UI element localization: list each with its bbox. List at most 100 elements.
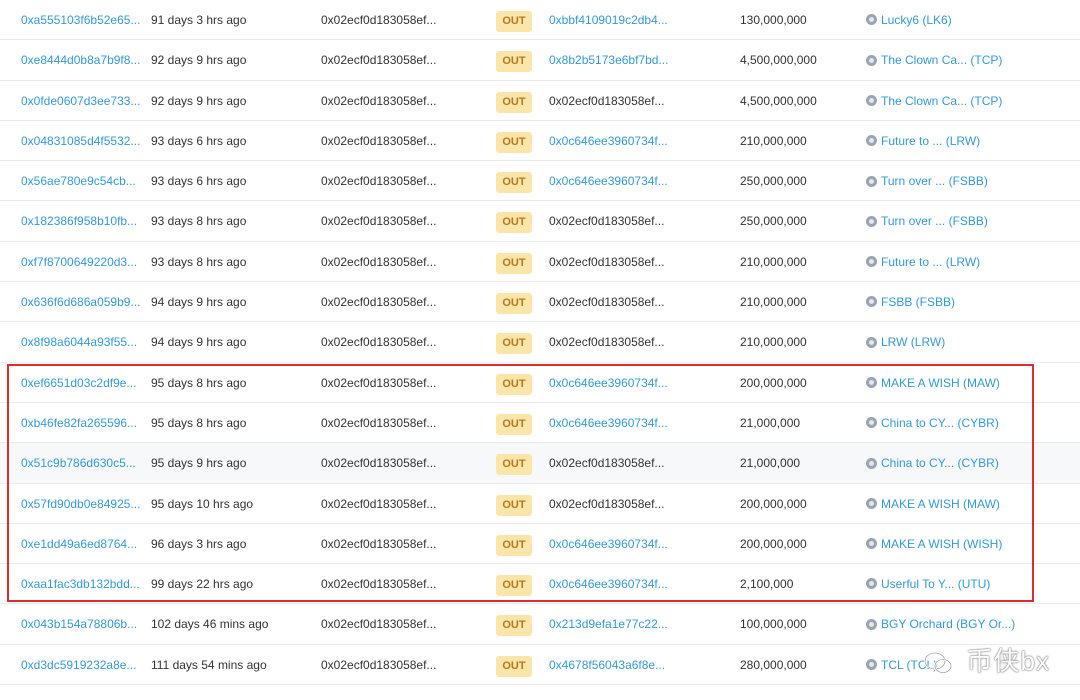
direction-cell: OUT — [496, 201, 532, 241]
tx-hash-link[interactable]: 0xe1dd49a6ed8764... — [21, 524, 141, 564]
to-address-link[interactable]: 0x0c646ee3960734f... — [549, 363, 669, 403]
tx-hash-link[interactable]: 0xe8444d0b8a7b9f8... — [21, 40, 141, 80]
table-row: 0x182386f958b10fb... 93 days 8 hrs ago 0x0… — [0, 201, 1080, 242]
token-link[interactable]: Turn over ... (FSBB) — [866, 201, 1066, 241]
transfer-value: 4,500,000,000 — [740, 93, 817, 108]
tx-hash-link[interactable]: 0x636f6d686a059b9... — [21, 282, 141, 322]
token-link[interactable]: Turn over ... (FSBB) — [866, 161, 1066, 201]
tx-hash-link[interactable]: 0x182386f958b10fb... — [21, 201, 141, 241]
tx-hash-link[interactable]: 0x0fde0607d3ee733... — [21, 81, 141, 121]
tx-hash-link[interactable]: 0x56ae780e9c54cb... — [21, 161, 141, 201]
from-address: 0x02ecf0d183058ef... — [321, 456, 437, 471]
table-row: 0xaa1fac3db132bdd... 99 days 22 hrs ago 0x… — [0, 564, 1080, 605]
token-transfers-table: 0xa555103f6b52e65... 91 days 3 hrs ago 0x0… — [0, 0, 1080, 686]
tx-hash-link[interactable]: 0x57fd90db0e84925... — [21, 484, 141, 524]
to-address-link[interactable]: 0x0c646ee3960734f... — [549, 121, 669, 161]
token-name: China to CY... (CYBR) — [881, 415, 999, 430]
transfer-value: 200,000,000 — [740, 496, 807, 511]
tx-age: 95 days 9 hrs ago — [151, 456, 247, 471]
direction-cell: OUT — [496, 403, 532, 443]
to-address-link[interactable]: 0x0c646ee3960734f... — [549, 564, 669, 604]
to-address-link[interactable]: 0xbbf4109019c2db4... — [549, 0, 669, 40]
from-address: 0x02ecf0d183058ef... — [321, 496, 437, 511]
to-address-link[interactable]: 0x213d9efa1e77c22... — [549, 604, 669, 644]
token-name: Future to ... (LRW) — [881, 133, 981, 148]
tx-hash-link[interactable]: 0x043b154a78806b... — [21, 604, 141, 644]
to-address-link[interactable]: 0x8b2b5173e6bf7bd... — [549, 40, 669, 80]
tx-age: 93 days 8 hrs ago — [151, 254, 247, 269]
token-link[interactable]: Future to ... (LRW) — [866, 121, 1066, 161]
token-icon — [866, 457, 877, 469]
transfer-value: 210,000,000 — [740, 335, 807, 350]
tx-hash-link[interactable]: 0xb46fe82fa265596... — [21, 403, 141, 443]
token-icon — [866, 538, 877, 550]
tx-hash-link[interactable]: 0x8f98a6044a93f55... — [21, 322, 141, 362]
token-link[interactable]: MAKE A WISH (MAW) — [866, 484, 1066, 524]
direction-cell: OUT — [496, 645, 532, 685]
tx-hash-link[interactable]: 0x04831085d4f5532... — [21, 121, 141, 161]
token-name: Future to ... (LRW) — [881, 254, 981, 269]
out-badge: OUT — [496, 131, 532, 153]
table-row: 0x8f98a6044a93f55... 94 days 9 hrs ago 0x0… — [0, 322, 1080, 363]
direction-cell: OUT — [496, 121, 532, 161]
tx-age: 94 days 9 hrs ago — [151, 335, 247, 350]
transfer-value: 21,000,000 — [740, 456, 801, 471]
tx-age: 96 days 3 hrs ago — [151, 536, 247, 551]
token-link[interactable]: Future to ... (LRW) — [866, 242, 1066, 282]
tx-hash-link[interactable]: 0xf7f8700649220d3... — [21, 242, 141, 282]
tx-age: 111 days 54 mins ago — [151, 657, 267, 672]
token-link[interactable]: Userful To Y... (UTU) — [866, 564, 1066, 604]
direction-cell: OUT — [496, 322, 532, 362]
token-link[interactable]: China to CY... (CYBR) — [866, 403, 1066, 443]
token-icon — [866, 94, 877, 106]
token-link[interactable]: FSBB (FSBB) — [866, 282, 1066, 322]
token-link[interactable]: MAKE A WISH (MAW) — [866, 363, 1066, 403]
token-icon — [866, 215, 877, 227]
to-address-link[interactable]: 0x4678f56043a6f8e... — [549, 645, 669, 685]
out-badge: OUT — [496, 11, 532, 32]
transfer-value: 21,000,000 — [740, 415, 801, 430]
to-address: 0x02ecf0d183058ef... — [549, 254, 665, 269]
to-address: 0x02ecf0d183058ef... — [549, 496, 665, 511]
token-link[interactable]: BGY Orchard (BGY Or...) — [866, 604, 1066, 644]
to-address-link[interactable]: 0x0c646ee3960734f... — [549, 403, 669, 443]
token-link[interactable]: China to CY... (CYBR) — [866, 443, 1066, 483]
direction-cell: OUT — [496, 81, 532, 121]
transfer-value: 200,000,000 — [740, 375, 807, 390]
token-icon — [866, 135, 877, 147]
transfer-value: 130,000,000 — [740, 13, 807, 27]
direction-cell: OUT — [496, 242, 532, 282]
token-icon — [866, 54, 877, 66]
table-row: 0xf7f8700649220d3... 93 days 8 hrs ago 0x0… — [0, 242, 1080, 283]
transfer-value: 210,000,000 — [740, 295, 807, 310]
to-address: 0x02ecf0d183058ef... — [549, 214, 665, 229]
to-address-link[interactable]: 0x0c646ee3960734f... — [549, 524, 669, 564]
tx-hash-link[interactable]: 0xef6651d03c2df9e... — [21, 363, 141, 403]
token-name: FSBB (FSBB) — [881, 295, 956, 310]
to-address-link[interactable]: 0x0c646ee3960734f... — [549, 161, 669, 201]
tx-age: 94 days 9 hrs ago — [151, 295, 247, 310]
transfer-value: 4,500,000,000 — [740, 53, 817, 68]
watermark-text: 币侠bx — [966, 646, 1050, 676]
token-name: The Clown Ca... (TCP) — [881, 93, 1003, 108]
from-address: 0x02ecf0d183058ef... — [321, 335, 437, 350]
token-link[interactable]: The Clown Ca... (TCP) — [866, 81, 1066, 121]
token-link[interactable]: MAKE A WISH (WISH) — [866, 524, 1066, 564]
token-icon — [866, 14, 877, 26]
token-icon — [866, 336, 877, 348]
token-link[interactable]: LRW (LRW) — [866, 322, 1066, 362]
tx-hash-link[interactable]: 0xaa1fac3db132bdd... — [21, 564, 141, 604]
tx-hash-link[interactable]: 0xa555103f6b52e65... — [21, 0, 141, 40]
table-row: 0x043b154a78806b... 102 days 46 mins ago 0… — [0, 604, 1080, 645]
token-link[interactable]: Lucky6 (LK6) — [866, 0, 1066, 40]
direction-cell: OUT — [496, 443, 532, 483]
tx-age: 92 days 9 hrs ago — [151, 53, 247, 68]
token-icon — [866, 618, 877, 630]
out-badge: OUT — [496, 615, 532, 637]
token-link[interactable]: The Clown Ca... (TCP) — [866, 40, 1066, 80]
out-badge: OUT — [496, 212, 532, 234]
token-name: LRW (LRW) — [881, 335, 946, 350]
transfer-value: 280,000,000 — [740, 657, 807, 672]
tx-hash-link[interactable]: 0x51c9b786d630c5... — [21, 443, 141, 483]
tx-hash-link[interactable]: 0xd3dc5919232a8e... — [21, 645, 141, 685]
